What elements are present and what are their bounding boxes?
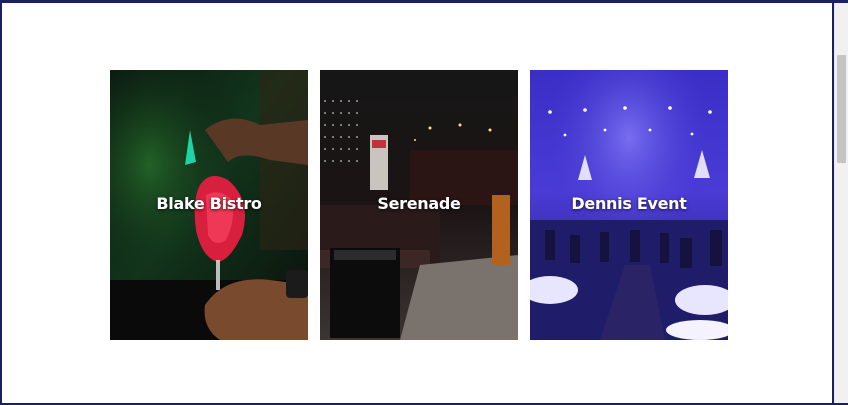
venue-card-blake-bistro[interactable]: Blake Bistro xyxy=(110,70,308,340)
venue-card-serenade[interactable]: Serenade xyxy=(320,70,518,340)
venue-title[interactable]: Dennis Event xyxy=(530,194,728,213)
vertical-scrollbar[interactable] xyxy=(834,3,848,403)
venue-card-dennis-event[interactable]: Dennis Event xyxy=(530,70,728,340)
venue-gallery: Blake Bistro Serenade Dennis Event xyxy=(110,70,728,340)
venue-title[interactable]: Blake Bistro xyxy=(110,194,308,213)
venue-title[interactable]: Serenade xyxy=(320,194,518,213)
scrollbar-thumb[interactable] xyxy=(837,55,846,163)
